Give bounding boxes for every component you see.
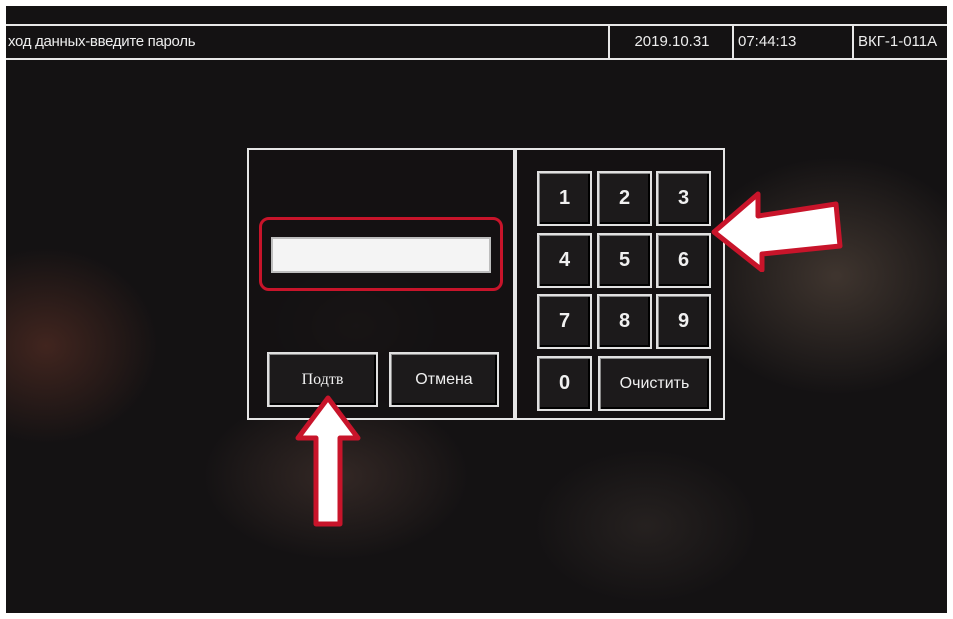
hmi-screen: ход данных-введите пароль 2019.10.31 07:… <box>6 6 947 613</box>
key-2[interactable]: 2 <box>597 171 652 226</box>
cancel-button[interactable]: Отмена <box>389 352 499 407</box>
arrow-left-icon <box>711 191 843 272</box>
screen-title: ход данных-введите пароль <box>8 33 196 50</box>
key-5[interactable]: 5 <box>597 233 652 288</box>
password-input[interactable] <box>271 237 491 273</box>
key-8[interactable]: 8 <box>597 294 652 349</box>
password-highlight-frame <box>259 217 503 291</box>
date-display: 2019.10.31 <box>608 26 734 58</box>
numeric-keypad: 1 2 3 4 5 6 7 8 9 0 Очистить <box>515 148 725 420</box>
key-7[interactable]: 7 <box>537 294 592 349</box>
key-4[interactable]: 4 <box>537 233 592 288</box>
device-id-display: ВКГ-1-011А <box>852 26 947 58</box>
clear-button[interactable]: Очистить <box>598 356 711 411</box>
time-display: 07:44:13 <box>732 26 852 58</box>
key-1[interactable]: 1 <box>537 171 592 226</box>
login-panel: Подтв Отмена <box>247 148 515 420</box>
key-3[interactable]: 3 <box>656 171 711 226</box>
arrow-up-icon <box>295 395 361 527</box>
key-9[interactable]: 9 <box>656 294 711 349</box>
key-6[interactable]: 6 <box>656 233 711 288</box>
title-bar: ход данных-введите пароль 2019.10.31 07:… <box>6 24 947 60</box>
key-0[interactable]: 0 <box>537 356 592 411</box>
